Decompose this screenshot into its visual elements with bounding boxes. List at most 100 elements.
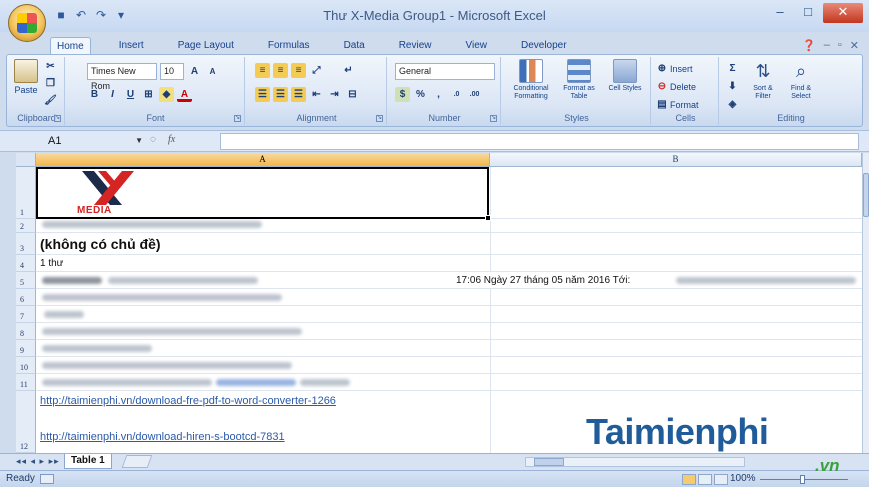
close-button[interactable]: ✕ [823, 3, 863, 23]
name-box[interactable]: A1 ▼ [18, 133, 143, 150]
increase-indent-icon[interactable]: ⇥ [327, 87, 342, 102]
align-top-icon[interactable]: ≡ [255, 63, 270, 78]
download-link-hiren-bootcd[interactable]: http://taimienphi.vn/download-hiren-s-bo… [40, 431, 285, 443]
table-row[interactable] [36, 323, 862, 340]
close-workbook-icon[interactable]: ✕ [850, 39, 859, 52]
select-all-button[interactable] [16, 153, 36, 167]
table-row[interactable] [36, 357, 862, 374]
comma-button[interactable]: , [431, 87, 446, 102]
align-middle-icon[interactable]: ≡ [273, 63, 288, 78]
row-header[interactable]: 12 [16, 391, 36, 453]
table-row[interactable]: (không có chủ đề) [36, 233, 862, 255]
clipboard-launcher-icon[interactable]: ↘ [54, 115, 61, 122]
tab-view[interactable]: View [459, 37, 493, 55]
copy-icon[interactable]: ❐ [43, 76, 58, 91]
row-header[interactable]: 6 [16, 289, 36, 306]
orientation-icon[interactable]: ⤢ [309, 63, 324, 78]
insert-function-button[interactable]: fx [168, 134, 175, 145]
font-color-icon[interactable]: A [177, 87, 192, 102]
row-header[interactable]: 3 [16, 233, 36, 255]
paste-button[interactable]: Paste [13, 59, 39, 95]
bold-button[interactable]: B [87, 87, 102, 102]
merge-center-icon[interactable]: ⊟ [345, 87, 360, 102]
sort-filter-button[interactable]: ⇅ Sort & Filter [745, 59, 781, 101]
delete-cells-button[interactable]: ⊖ Delete [657, 79, 696, 94]
vertical-scrollbar[interactable] [862, 153, 869, 453]
office-button[interactable] [8, 4, 46, 42]
align-bottom-icon[interactable]: ≡ [291, 63, 306, 78]
tab-data[interactable]: Data [338, 37, 371, 55]
row-header[interactable]: 8 [16, 323, 36, 340]
tab-developer[interactable]: Developer [515, 37, 573, 55]
restore-workbook-icon[interactable]: ▫ [838, 39, 842, 52]
macro-record-icon[interactable] [40, 474, 54, 484]
row-header[interactable]: 11 [16, 374, 36, 391]
format-as-table-button[interactable]: Format as Table [557, 59, 601, 101]
tab-insert[interactable]: Insert [113, 37, 150, 55]
format-cells-button[interactable]: ▤ Format [657, 97, 698, 112]
borders-icon[interactable]: ⊞ [141, 87, 156, 102]
number-launcher-icon[interactable]: ↘ [490, 115, 497, 122]
font-size-combo[interactable]: 10 [160, 63, 184, 80]
font-name-combo[interactable]: Times New Rom [87, 63, 157, 91]
formula-input[interactable] [220, 133, 859, 150]
table-row[interactable]: 1 thư [36, 255, 862, 272]
table-row[interactable] [36, 340, 862, 357]
page-layout-view-button[interactable] [698, 474, 712, 485]
underline-button[interactable]: U [123, 87, 138, 102]
row-header[interactable]: 7 [16, 306, 36, 323]
tab-review[interactable]: Review [393, 37, 438, 55]
table-row[interactable] [36, 289, 862, 306]
row-header[interactable]: 1 [16, 167, 36, 219]
align-center-icon[interactable]: ☰ [273, 87, 288, 102]
shrink-font-icon[interactable]: A [205, 64, 220, 79]
column-header-a[interactable]: A [36, 153, 490, 167]
minimize-button[interactable]: – [767, 3, 793, 23]
vertical-scroll-thumb[interactable] [863, 173, 869, 217]
font-launcher-icon[interactable]: ↘ [234, 115, 241, 122]
fill-color-icon[interactable]: ◆ [159, 87, 174, 102]
cut-icon[interactable]: ✂ [43, 59, 58, 74]
row-header[interactable]: 10 [16, 357, 36, 374]
align-left-icon[interactable]: ☰ [255, 87, 270, 102]
grow-font-icon[interactable]: A [187, 64, 202, 79]
maximize-button[interactable]: □ [795, 3, 821, 23]
minimize-workbook-icon[interactable]: – [824, 39, 830, 52]
number-format-combo[interactable]: General [395, 63, 495, 80]
help-icon[interactable]: ❓ [802, 39, 816, 52]
increase-decimal-icon[interactable]: .0 [449, 87, 464, 102]
row-header[interactable]: 5 [16, 272, 36, 289]
format-painter-icon[interactable]: 🖌 [43, 93, 58, 108]
decrease-indent-icon[interactable]: ⇤ [309, 87, 324, 102]
sheet-navigation-buttons[interactable]: ◂◂ ◂ ▸ ▸▸ [16, 456, 60, 467]
page-break-view-button[interactable] [714, 474, 728, 485]
zoom-slider[interactable] [760, 475, 848, 484]
wrap-text-icon[interactable]: ↵ [341, 63, 356, 78]
table-row[interactable] [36, 219, 862, 233]
tab-home[interactable]: Home [50, 37, 91, 55]
table-row[interactable] [36, 374, 862, 391]
horizontal-scrollbar[interactable] [525, 457, 745, 467]
row-header[interactable]: 4 [16, 255, 36, 272]
table-row[interactable] [36, 167, 862, 219]
table-row[interactable]: 17:06 Ngày 27 tháng 05 năm 2016 Tới: [36, 272, 862, 289]
name-box-dropdown-icon[interactable]: ▼ [135, 133, 143, 149]
horizontal-scroll-thumb[interactable] [534, 458, 564, 466]
percent-button[interactable]: % [413, 87, 428, 102]
align-right-icon[interactable]: ☰ [291, 87, 306, 102]
column-header-b[interactable]: B [490, 153, 862, 167]
table-row[interactable] [36, 306, 862, 323]
decrease-decimal-icon[interactable]: .00 [467, 87, 482, 102]
alignment-launcher-icon[interactable]: ↘ [376, 115, 383, 122]
italic-button[interactable]: I [105, 87, 120, 102]
tab-formulas[interactable]: Formulas [262, 37, 316, 55]
cell-styles-button[interactable]: Cell Styles [603, 59, 647, 93]
zoom-level[interactable]: 100% [730, 473, 756, 484]
download-link-pdf-converter[interactable]: http://taimienphi.vn/download-fre-pdf-to… [40, 395, 336, 407]
insert-cells-button[interactable]: ⊕ Insert [657, 61, 693, 76]
insert-sheet-icon[interactable] [121, 455, 153, 468]
cancel-formula-icon[interactable]: ◌ [150, 134, 156, 145]
sheet-tab-table-1[interactable]: Table 1 [64, 454, 112, 469]
zoom-slider-knob[interactable] [800, 475, 805, 484]
conditional-formatting-button[interactable]: Conditional Formatting [507, 59, 555, 101]
